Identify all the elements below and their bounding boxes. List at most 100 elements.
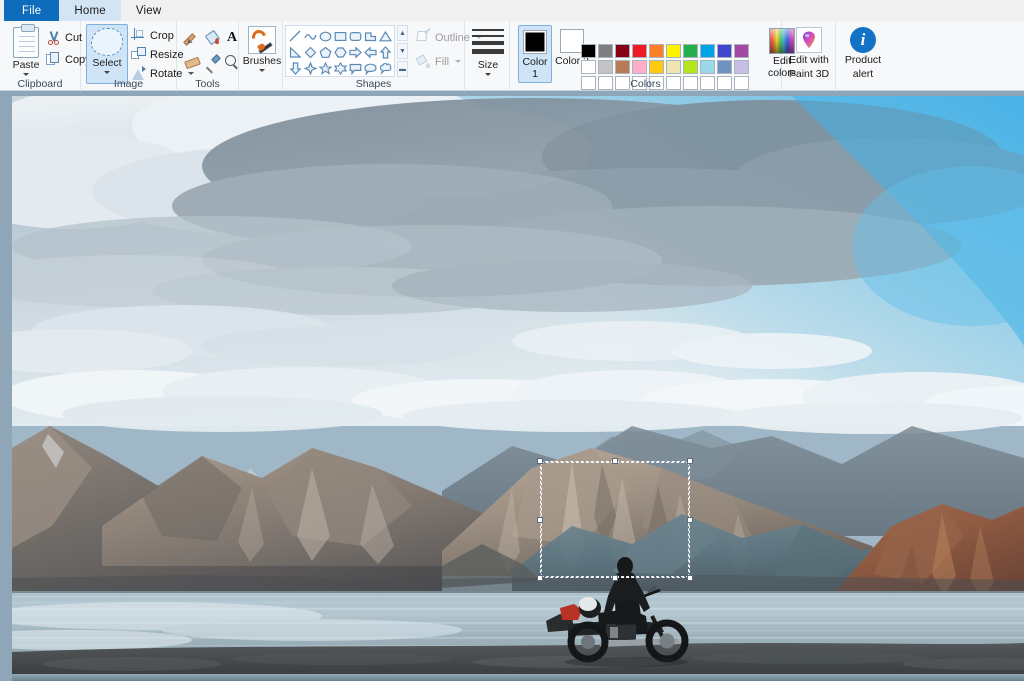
color-swatch-r2-c2[interactable]	[598, 60, 613, 74]
shape-four-point-star[interactable]	[303, 60, 318, 76]
color-swatch-r1-c2[interactable]	[598, 44, 613, 58]
selection-handle-nw[interactable]	[537, 458, 543, 464]
ribbon-group-brushes: Brushes	[239, 21, 283, 91]
pencil-tool[interactable]	[183, 27, 201, 49]
ribbon-group-paint3d: Edit with Paint 3D	[782, 21, 836, 91]
shape-diamond[interactable]	[303, 44, 318, 60]
shape-curve[interactable]	[303, 28, 318, 44]
color-swatch-r1-c4[interactable]	[632, 44, 647, 58]
color-swatch-r1-c1[interactable]	[581, 44, 596, 58]
cut-button[interactable]: Cut	[46, 29, 82, 46]
selection-handle-sw[interactable]	[537, 575, 543, 581]
color-swatch-r1-c8[interactable]	[700, 44, 715, 58]
selection-handle-ne[interactable]	[687, 458, 693, 464]
paint-3d-icon	[796, 27, 822, 53]
color-swatch-r2-c10[interactable]	[734, 60, 749, 74]
outline-icon	[416, 27, 431, 45]
ribbon-tab-bar: File Home View	[0, 0, 1024, 21]
shape-right-arrow[interactable]	[348, 44, 363, 60]
info-icon: i	[850, 27, 876, 53]
selection-handle-e[interactable]	[687, 516, 693, 523]
color-swatch-r1-c5[interactable]	[649, 44, 664, 58]
crop-icon	[131, 28, 146, 43]
selection-handle-n[interactable]	[612, 458, 618, 464]
crop-label: Crop	[150, 29, 174, 42]
selection-handle-s[interactable]	[612, 575, 618, 581]
color-1-label: Color 1	[522, 56, 548, 80]
tab-file[interactable]: File	[4, 0, 60, 21]
color-swatch-r2-c5[interactable]	[649, 60, 664, 74]
size-button[interactable]: Size	[469, 26, 507, 82]
shapes-expand-button[interactable]: ▬	[397, 61, 408, 77]
eraser-tool[interactable]	[183, 51, 201, 73]
fill-tool[interactable]	[203, 27, 221, 49]
paste-button[interactable]: Paste	[6, 24, 46, 83]
selection-handle-w[interactable]	[537, 516, 543, 523]
shape-left-arrow[interactable]	[363, 44, 378, 60]
fill-bucket-icon	[205, 31, 219, 45]
shape-rectangular-callout[interactable]	[348, 60, 363, 76]
color-swatch-r1-c6[interactable]	[666, 44, 681, 58]
color-swatch-r2-c3[interactable]	[615, 60, 630, 74]
image-canvas[interactable]	[12, 96, 1024, 681]
color-picker-tool[interactable]	[203, 51, 221, 73]
color-swatch-r2-c6[interactable]	[666, 60, 681, 74]
crop-button[interactable]: Crop	[131, 27, 174, 44]
group-label-shapes: Shapes	[355, 78, 392, 90]
shape-right-triangle[interactable]	[288, 44, 303, 60]
shape-down-arrow[interactable]	[288, 60, 303, 76]
resize-button[interactable]: Resize	[131, 46, 184, 63]
edit-with-paint-3d-button[interactable]: Edit with Paint 3D	[785, 25, 833, 85]
color-swatch-r2-c7[interactable]	[683, 60, 698, 74]
fill-dropdown-caret[interactable]	[455, 60, 462, 63]
paint-3d-line1: Edit with	[789, 54, 829, 66]
product-alert-button[interactable]: i Product alert	[839, 25, 887, 85]
color-swatch-r1-c9[interactable]	[717, 44, 732, 58]
shape-cloud-callout[interactable]	[378, 60, 393, 76]
shape-five-point-star[interactable]	[318, 60, 333, 76]
shape-oval[interactable]	[318, 28, 333, 44]
shapes-scroll-controls: ▲ ▼ ▬	[397, 25, 408, 77]
shape-polygon[interactable]	[363, 28, 378, 44]
color-swatch-r1-c3[interactable]	[615, 44, 630, 58]
shape-rounded-rectangle[interactable]	[348, 28, 363, 44]
shape-triangle[interactable]	[378, 28, 393, 44]
ribbon-group-product-alert: i Product alert	[836, 21, 888, 91]
tab-view[interactable]: View	[121, 0, 177, 21]
color-1-button[interactable]: Color 1	[518, 25, 552, 83]
ribbon-group-size: Size	[465, 21, 510, 91]
shapes-scroll-up-button[interactable]: ▲	[397, 25, 408, 41]
ribbon-group-clipboard: Paste Cut Copy Clipboard	[0, 21, 91, 91]
shape-pentagon[interactable]	[318, 44, 333, 60]
color-swatch-r1-c10[interactable]	[734, 44, 749, 58]
paste-dropdown-caret[interactable]	[23, 73, 29, 76]
tab-home[interactable]: Home	[59, 0, 121, 21]
cut-label: Cut	[65, 31, 83, 44]
brushes-label: Brushes	[242, 55, 282, 67]
shape-six-point-star[interactable]	[333, 60, 348, 76]
color-swatch-r2-c8[interactable]	[700, 60, 715, 74]
canvas-area[interactable]	[0, 91, 1024, 681]
brushes-button[interactable]: Brushes	[242, 24, 282, 84]
shape-rectangle[interactable]	[333, 28, 348, 44]
ribbon: Paste Cut Copy Clipboard Select Crop Res…	[0, 21, 1024, 91]
shape-up-arrow[interactable]	[378, 44, 393, 60]
color-swatch-r2-c9[interactable]	[717, 60, 732, 74]
select-button[interactable]: Select	[86, 24, 128, 84]
select-dropdown-caret[interactable]	[104, 71, 110, 74]
ribbon-group-image: Select Crop Resize Rotate Image	[81, 21, 195, 91]
fill-button[interactable]: Fill	[415, 53, 462, 70]
size-dropdown-caret[interactable]	[485, 72, 491, 76]
color-swatch-r2-c4[interactable]	[632, 60, 647, 74]
shapes-scroll-down-button[interactable]: ▼	[397, 43, 408, 59]
paint-window: File Home View Paste Cut Copy Clipboard	[0, 0, 1024, 681]
ribbon-group-tools: A Tools	[177, 21, 239, 91]
shape-line[interactable]	[288, 28, 303, 44]
selection-handle-se[interactable]	[687, 575, 693, 581]
color-swatch-r2-c1[interactable]	[581, 60, 596, 74]
color-swatch-r1-c7[interactable]	[683, 44, 698, 58]
shape-hexagon[interactable]	[333, 44, 348, 60]
brushes-dropdown-caret[interactable]	[259, 69, 265, 72]
landscape-photo	[12, 96, 1024, 681]
shape-rounded-callout[interactable]	[363, 60, 378, 76]
